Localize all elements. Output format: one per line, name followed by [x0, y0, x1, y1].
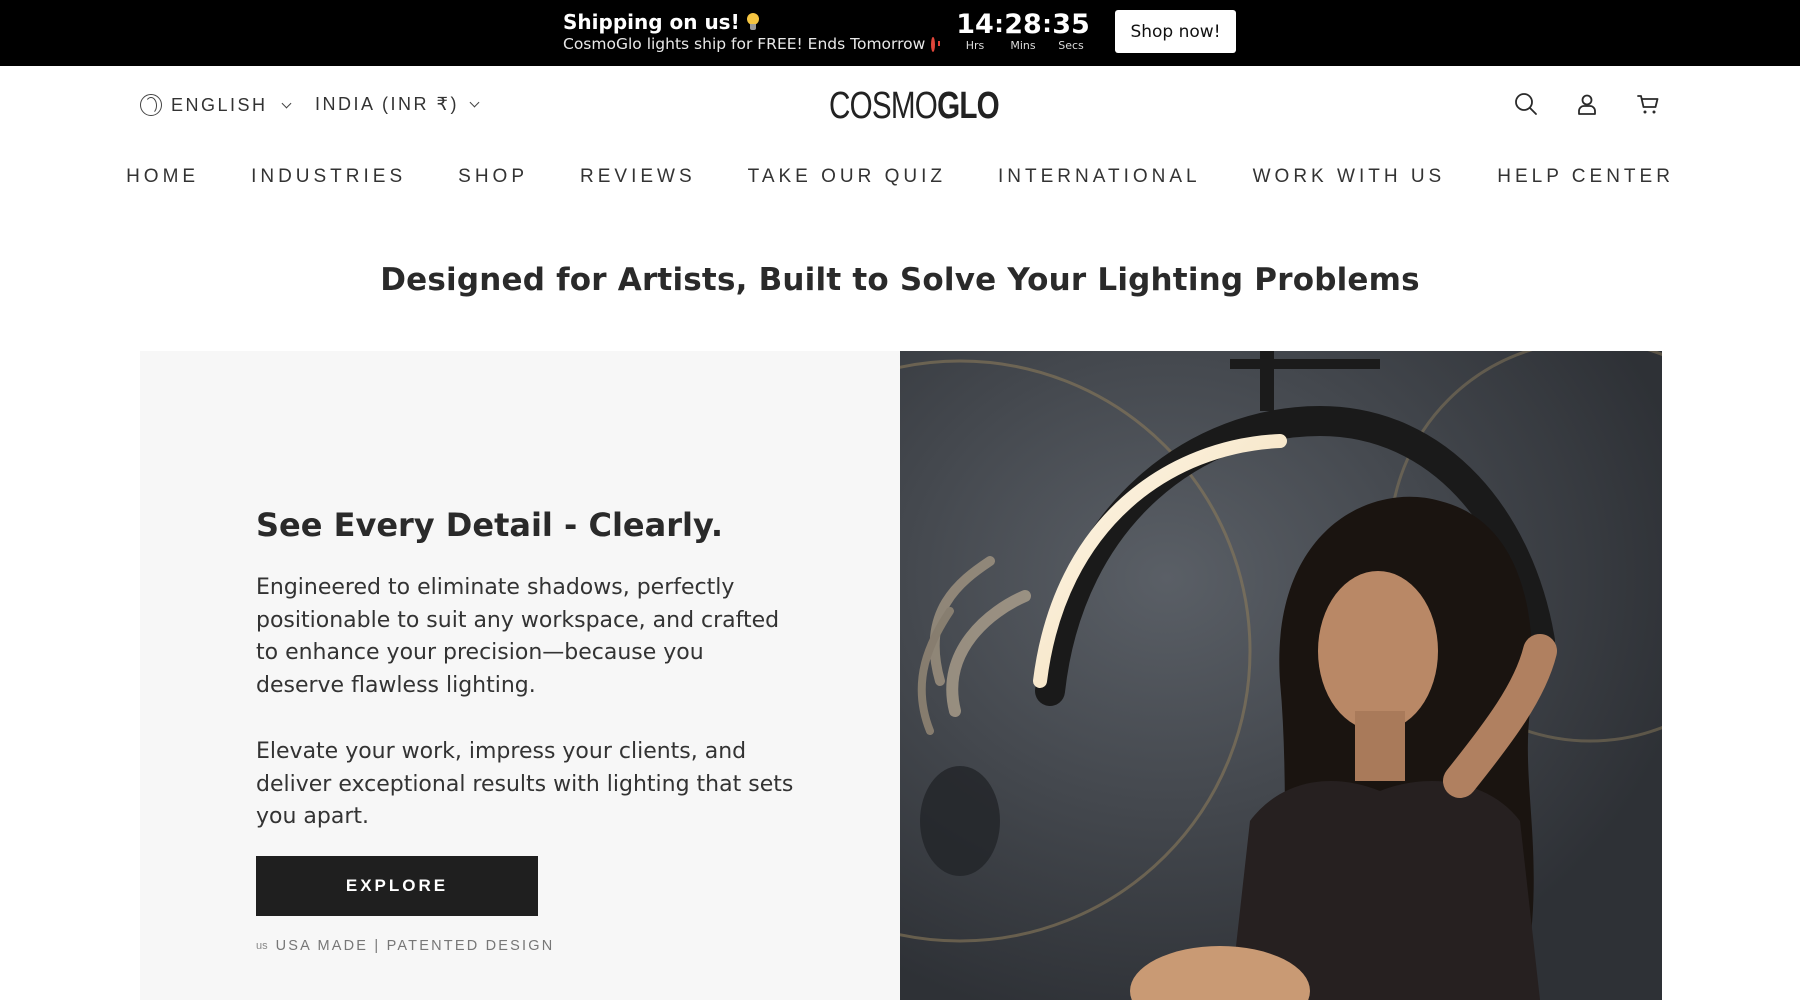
explore-button[interactable]: EXPLORE — [256, 856, 538, 916]
us-flag-icon: us — [256, 940, 268, 952]
usa-made-badge: us USA MADE | PATENTED DESIGN — [256, 938, 554, 954]
site-logo[interactable]: COSMOGLO — [829, 83, 1000, 129]
hero-paragraph-1: Engineered to eliminate shadows, perfect… — [256, 575, 780, 698]
hero-photo-illustration — [900, 351, 1662, 1000]
nav-item-home[interactable]: HOME — [100, 166, 225, 188]
countdown-separator: : — [1042, 10, 1052, 38]
promo-title: Shipping on us! — [563, 10, 933, 34]
search-icon[interactable] — [1514, 92, 1538, 116]
header-icons — [1514, 92, 1660, 116]
countdown-timer: 14 Hrs : 28 Mins : 35 Secs — [956, 9, 1090, 52]
currency-selector[interactable]: INDIA (INR ₹) — [315, 94, 480, 115]
chevron-down-icon — [469, 97, 480, 108]
countdown-minutes: 28 Mins — [1004, 9, 1042, 52]
language-label: ENGLISH — [171, 94, 268, 115]
main-nav: HOME INDUSTRIES SHOP REVIEWS TAKE OUR QU… — [0, 166, 1800, 188]
site-header: ENGLISH INDIA (INR ₹) COSMOGLO HOME INDU… — [0, 66, 1800, 216]
nav-item-take-our-quiz[interactable]: TAKE OUR QUIZ — [722, 166, 972, 188]
nav-item-help-center[interactable]: HELP CENTER — [1471, 166, 1700, 188]
announcement-bar: Shipping on us! CosmoGlo lights ship for… — [0, 0, 1800, 66]
promo-subtitle: CosmoGlo lights ship for FREE! Ends Tomo… — [563, 34, 941, 54]
nav-item-reviews[interactable]: REVIEWS — [554, 166, 722, 188]
lightbulb-icon — [746, 12, 760, 32]
chevron-down-icon — [281, 98, 291, 108]
countdown-hours: 14 Hrs — [956, 9, 994, 52]
alarm-clock-icon — [931, 36, 941, 52]
globe-icon — [140, 94, 162, 116]
language-selector[interactable]: ENGLISH — [140, 94, 291, 116]
hero-text-panel: See Every Detail - Clearly. Engineered t… — [140, 351, 900, 1000]
shop-now-button[interactable]: Shop now! — [1115, 10, 1236, 53]
hero-section: See Every Detail - Clearly. Engineered t… — [140, 351, 1662, 1000]
promo-text-block: Shipping on us! CosmoGlo lights ship for… — [563, 10, 941, 54]
cart-icon[interactable] — [1636, 92, 1660, 116]
countdown-seconds: 35 Secs — [1052, 9, 1090, 52]
nav-item-industries[interactable]: INDUSTRIES — [225, 166, 432, 188]
hero-paragraph-2: Elevate your work, impress your clients,… — [256, 739, 794, 829]
account-icon[interactable] — [1575, 92, 1599, 116]
hero-title: See Every Detail - Clearly. — [256, 506, 724, 544]
section-heading: Designed for Artists, Built to Solve You… — [380, 262, 1420, 298]
nav-item-international[interactable]: INTERNATIONAL — [972, 166, 1227, 188]
currency-label: INDIA (INR ₹) — [315, 94, 459, 114]
nav-item-work-with-us[interactable]: WORK WITH US — [1227, 166, 1472, 188]
nav-item-shop[interactable]: SHOP — [432, 166, 554, 188]
badge-text: USA MADE | PATENTED DESIGN — [275, 938, 555, 954]
countdown-separator: : — [994, 10, 1004, 38]
hero-image — [900, 351, 1662, 1000]
